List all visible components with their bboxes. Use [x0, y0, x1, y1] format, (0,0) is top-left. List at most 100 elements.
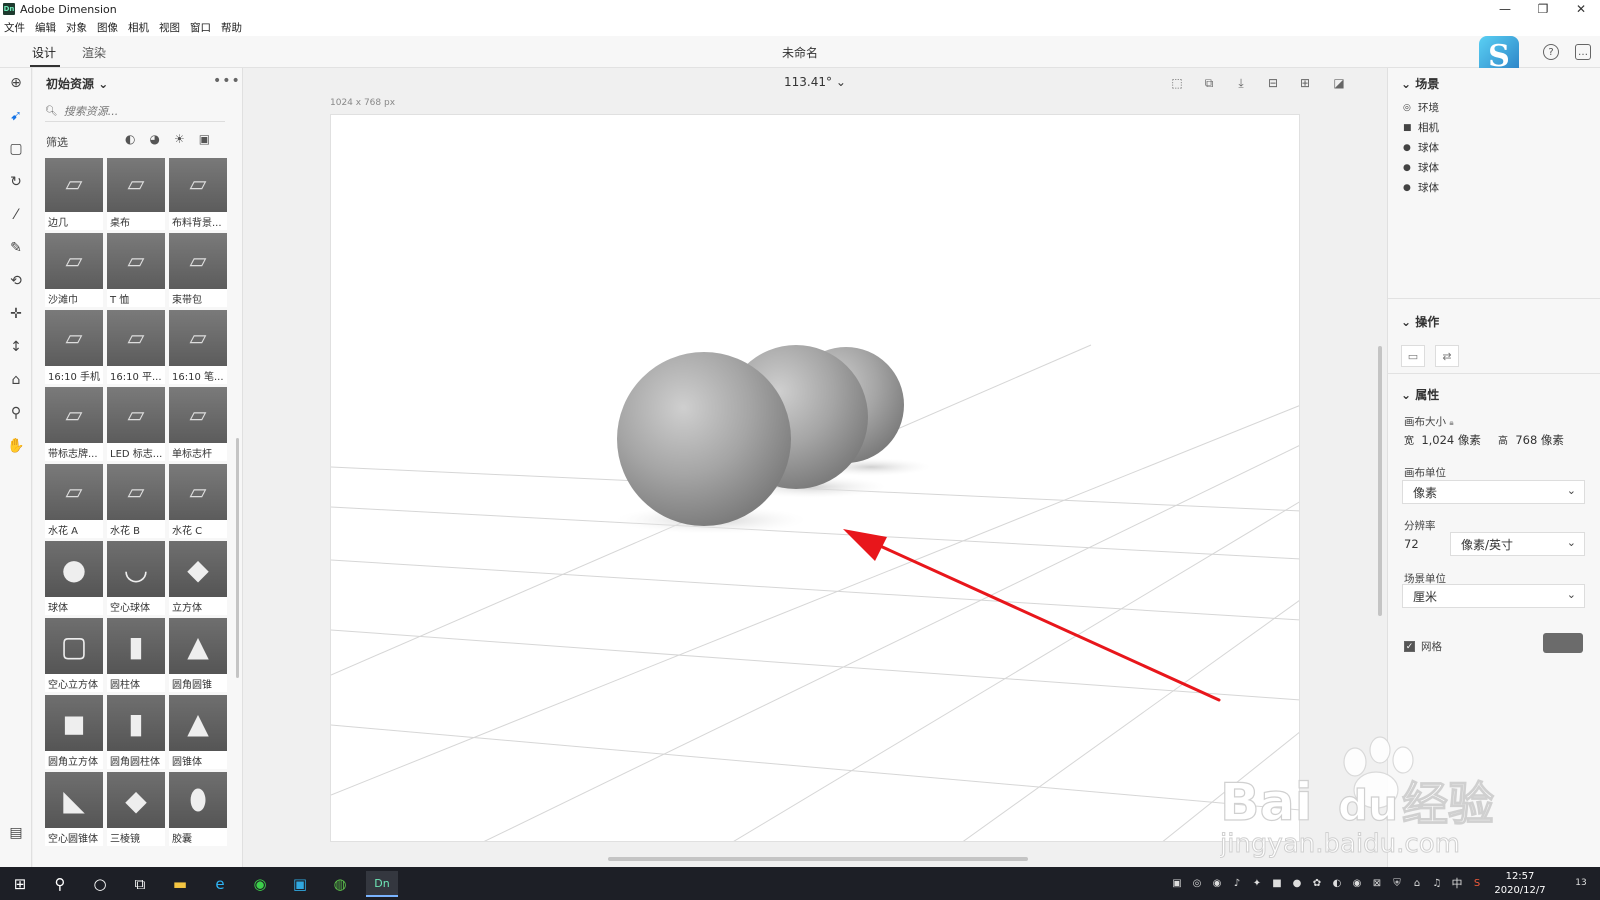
feedback-icon[interactable]: … [1575, 44, 1591, 60]
actions-section-header[interactable]: ⌄ 操作 [1401, 313, 1439, 330]
tray-app-icon[interactable]: ▣ [1171, 877, 1183, 889]
browser-icon[interactable]: ◍ [327, 871, 353, 897]
asset-item[interactable]: ▱ 水花 A [45, 464, 103, 538]
asset-item[interactable]: ◣ 空心圆锥体 [45, 772, 103, 846]
close-button[interactable]: ✕ [1562, 0, 1600, 18]
file-explorer-icon[interactable]: ▬ [167, 871, 193, 897]
help-icon[interactable]: ? [1543, 44, 1559, 60]
convert-action-button[interactable]: ⇄ [1435, 345, 1459, 367]
tray-app-icon[interactable]: ✦ [1251, 877, 1263, 889]
task-view-icon[interactable]: ⧉ [127, 871, 153, 897]
grid-color-swatch[interactable] [1543, 633, 1583, 653]
hand-icon[interactable]: ✋ [6, 436, 26, 456]
viewport-vertical-scrollbar[interactable] [1378, 346, 1382, 616]
asset-item[interactable]: ▮ 圆柱体 [107, 618, 165, 692]
windows-start-icon[interactable]: ⊞ [7, 871, 33, 897]
asset-item[interactable]: ◡ 空心球体 [107, 541, 165, 615]
tray-app-icon[interactable]: ◐ [1331, 877, 1343, 889]
group-icon[interactable]: ⊞ [1296, 74, 1314, 92]
resolution-unit-select[interactable]: 像素/英寸 ⌄ [1450, 532, 1585, 556]
drop-to-ground-icon[interactable]: ⤓ [1232, 74, 1250, 92]
asset-item[interactable]: ▢ 空心立方体 [45, 618, 103, 692]
scene-unit-select[interactable]: 厘米 ⌄ [1402, 584, 1585, 608]
asset-item[interactable]: ▱ 16:10 手机 [45, 310, 103, 384]
image-filter-icon[interactable]: ▣ [199, 132, 210, 146]
asset-item[interactable]: ◆ 三棱镜 [107, 772, 165, 846]
grid-checkbox[interactable]: ✓ [1404, 641, 1415, 652]
restore-button[interactable]: ❐ [1524, 0, 1562, 18]
sogou-icon[interactable]: S [1471, 877, 1483, 889]
canvas-unit-select[interactable]: 像素 ⌄ [1402, 480, 1585, 504]
menu-image[interactable]: 图像 [97, 20, 118, 35]
more-options-icon[interactable]: ••• [213, 73, 241, 89]
asset-item[interactable]: ◆ 立方体 [169, 541, 227, 615]
asset-item[interactable]: ▲ 圆锥体 [169, 695, 227, 769]
lock-icon[interactable]: 🔒︎ [1449, 418, 1453, 427]
menu-camera[interactable]: 相机 [128, 20, 149, 35]
asset-item[interactable]: ▱ 16:10 平... [107, 310, 165, 384]
model-filter-icon[interactable]: ◐ [125, 132, 135, 146]
asset-item[interactable]: ▱ 单标志杆 [169, 387, 227, 461]
shield-icon[interactable]: ⛨ [1391, 877, 1403, 889]
asset-item[interactable]: ▱ 束带包 [169, 233, 227, 307]
search-input[interactable] [63, 105, 214, 118]
asset-item[interactable]: ⬮ 胶囊 [169, 772, 227, 846]
viewport-horizontal-scrollbar[interactable] [608, 857, 1028, 861]
asset-item[interactable]: ▱ 水花 C [169, 464, 227, 538]
menu-view[interactable]: 视图 [159, 20, 180, 35]
properties-section-header[interactable]: ⌄ 属性 [1401, 386, 1439, 403]
edge-browser-icon[interactable]: e [207, 871, 233, 897]
tray-app-icon[interactable]: ⊠ [1371, 877, 1383, 889]
asset-item[interactable]: ▱ T 恤 [107, 233, 165, 307]
menu-file[interactable]: 文件 [4, 20, 25, 35]
asset-item[interactable]: ◼ 圆角立方体 [45, 695, 103, 769]
scene-item[interactable]: ■ 相机 [1403, 120, 1439, 135]
height-field[interactable]: 高 768 像素 [1498, 432, 1564, 448]
tray-app-icon[interactable]: ◎ [1191, 877, 1203, 889]
frame-selection-icon[interactable]: ⧉ [1200, 74, 1218, 92]
asset-item[interactable]: ▮ 圆角圆柱体 [107, 695, 165, 769]
render-preview-icon[interactable]: ◪ [1330, 74, 1348, 92]
light-filter-icon[interactable]: ☀ [174, 132, 185, 146]
tab-design[interactable]: 设计 [32, 44, 56, 61]
orbit-camera-icon[interactable]: ⟲ [6, 271, 26, 291]
wechat-icon[interactable]: ◉ [247, 871, 273, 897]
cortana-icon[interactable]: ○ [87, 871, 113, 897]
tray-app-icon[interactable]: ● [1291, 877, 1303, 889]
material-filter-icon[interactable]: ◕ [149, 132, 159, 146]
asset-item[interactable]: ▱ 布料背景... [169, 158, 227, 230]
minimize-button[interactable]: — [1486, 0, 1524, 18]
scene-item[interactable]: ● 球体 [1403, 180, 1439, 195]
asset-item[interactable]: ▲ 圆角圆锥 [169, 618, 227, 692]
tab-render[interactable]: 渲染 [82, 44, 106, 61]
network-icon[interactable]: ⌂ [1411, 877, 1423, 889]
asset-item[interactable]: ▱ 边几 [45, 158, 103, 230]
assets-title[interactable]: 初始资源 ⌄ [46, 75, 108, 92]
system-clock[interactable]: 12:57 2020/12/7 [1490, 870, 1550, 898]
search-icon[interactable]: ⚲ [47, 871, 73, 897]
scene-item[interactable]: ● 球体 [1403, 140, 1439, 155]
archive-icon[interactable]: ▤ [6, 823, 26, 843]
menu-object[interactable]: 对象 [66, 20, 87, 35]
select-tool-icon[interactable]: ➹ [6, 106, 26, 126]
horizon-tool-icon[interactable]: ⌂ [6, 370, 26, 390]
magic-wand-icon[interactable]: ⁄ [6, 205, 26, 225]
zoom-icon[interactable]: ⚲ [6, 403, 26, 423]
field-of-view-dropdown[interactable]: 113.41° ⌄ [784, 75, 846, 89]
frame-to-fit-button[interactable]: ▭ [1401, 345, 1425, 367]
align-icon[interactable]: ⊟ [1264, 74, 1282, 92]
menu-edit[interactable]: 编辑 [35, 20, 56, 35]
scene-item[interactable]: ● 球体 [1403, 160, 1439, 175]
eyedropper-icon[interactable]: ✎ [6, 238, 26, 258]
scene-canvas[interactable] [330, 114, 1300, 842]
nvidia-icon[interactable]: ■ [1271, 877, 1283, 889]
wechat-tray-icon[interactable]: ◉ [1351, 877, 1363, 889]
assets-scrollbar[interactable] [236, 438, 239, 678]
asset-item[interactable]: ▱ 桌布 [107, 158, 165, 230]
asset-item[interactable]: ▱ 水花 B [107, 464, 165, 538]
width-field[interactable]: 宽 1,024 像素 [1404, 432, 1481, 448]
microphone-icon[interactable]: ♪ [1231, 877, 1243, 889]
add-icon[interactable]: ⊕ [6, 73, 26, 93]
dolly-camera-icon[interactable]: ↕ [6, 337, 26, 357]
ime-indicator[interactable]: 中 [1451, 877, 1463, 890]
